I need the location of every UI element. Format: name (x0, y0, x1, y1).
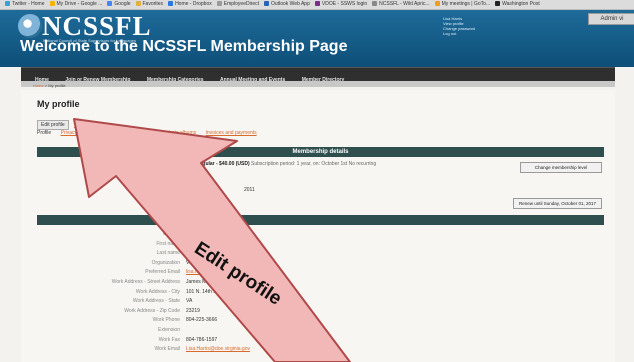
breadcrumb-home[interactable]: Home (33, 83, 44, 88)
membership-level-name: Regular - $40.00 (USD) (196, 161, 250, 167)
site-header: NCSSFL National Council of State Supervi… (0, 10, 634, 67)
field-label: Work Address - Street Address (111, 279, 180, 285)
bookmark-label: Google (114, 1, 131, 7)
field-label: Preferred Email (145, 269, 180, 276)
wp-icon (495, 1, 501, 6)
field-value: 23219 (186, 307, 200, 314)
bookmark-label: Twitter - Home (12, 1, 45, 7)
nav-underbar (21, 81, 615, 87)
breadcrumb: Home > My profile (33, 83, 66, 88)
page-title: My profile (37, 99, 80, 109)
bookmark-item[interactable]: Outlook Web App (264, 0, 310, 9)
profile-field-row: Work Fax 804-786-1597 (37, 336, 367, 344)
vdoe-icon (314, 1, 320, 6)
admin-view-button[interactable]: Admin vi (588, 13, 634, 25)
profile-field-row: Work Email Lisa.Harris@doe.virginia.gov (37, 345, 367, 353)
field-label: Work Phone (152, 317, 180, 324)
field-label: Work Address - City (135, 288, 180, 295)
edit-profile-button[interactable]: Edit profile (37, 120, 69, 130)
tab-profile[interactable]: Profile (37, 130, 51, 136)
bookmark-item[interactable]: Home - Dropbox (168, 0, 212, 9)
bookmark-label: Outlook Web App (271, 1, 310, 7)
google-icon (107, 1, 113, 6)
bookmark-label: VDOE - SSWS login (321, 1, 368, 7)
breadcrumb-current: My profile (48, 83, 66, 88)
membership-level: Regular - $40.00 (USD) Subscription peri… (196, 161, 376, 167)
bookmark-item[interactable]: Twitter - Home (5, 0, 45, 9)
bookmark-item[interactable]: My Drive - Google ... (49, 0, 103, 9)
renew-button[interactable]: Renew until Sunday, October 01, 2017 (513, 198, 602, 209)
profile-field-row: Work Address - State VA (37, 297, 367, 305)
field-label: Work Address - State (132, 298, 180, 305)
goto-icon (434, 1, 440, 6)
page-heading: Welcome to the NCSSFL Membership Page (20, 38, 348, 55)
bookmark-label: EmployeeDirect (223, 1, 260, 7)
field-value: 804-786-1597 (186, 336, 218, 343)
field-label: Work Fax (158, 336, 180, 343)
field-label: Work Email (154, 346, 180, 353)
page-icon (216, 1, 222, 6)
field-label: Work Address - Zip Code (124, 307, 180, 314)
field-label: First name (156, 240, 180, 247)
change-membership-level-button[interactable]: Change membership level (520, 162, 602, 173)
tab-privacy[interactable]: Privacy (61, 130, 77, 136)
logout-link[interactable]: Log out (443, 31, 475, 36)
field-value: 804-225-3666 (186, 317, 218, 324)
profile-tabs: Edit profile My directory (37, 120, 105, 130)
profile-field-row: Work Address - City 101 N. 14th Street (37, 288, 367, 296)
bookmark-label: My meetings | GoTo... (441, 1, 491, 7)
page-icon (372, 1, 378, 6)
bookmark-label: NCSSFL - Wild Apric... (379, 1, 430, 7)
bookmark-item[interactable]: My meetings | GoTo... (434, 0, 491, 9)
membership-details-bar: Membership details (37, 147, 604, 157)
twitter-icon (5, 1, 10, 6)
field-label: Organization (151, 259, 180, 266)
profile-field-row: User ID (37, 230, 367, 238)
profile-subtabs: Profile Privacy Member photo albums Invo… (37, 130, 265, 136)
bookmark-label: My Drive - Google ... (56, 1, 103, 7)
bookmark-label: Washington Post (502, 1, 540, 7)
member-since-date: 2011 (244, 187, 255, 193)
bookmark-item[interactable]: VDOE - SSWS login (314, 0, 368, 9)
bookmark-item[interactable]: NCSSFL - Wild Apric... (372, 0, 430, 9)
tab-invoices[interactable]: Invoices and payments (206, 130, 257, 136)
bookmark-item[interactable]: Washington Post (495, 0, 540, 9)
field-value[interactable]: Lisa.Harris@doe.virginia.gov (186, 345, 366, 353)
outlook-icon (264, 1, 270, 6)
bookmark-label: Home - Dropbox (175, 1, 212, 7)
membership-details-title: Membership details (292, 149, 349, 155)
field-label: Last name (156, 250, 180, 257)
bookmark-label: Favorites (142, 1, 164, 7)
main-nav: Home Join or Renew Membership Membership… (21, 67, 615, 83)
tab-member-photo-albums[interactable]: Member photo albums (146, 130, 196, 136)
field-value: James Monroe Building (186, 279, 239, 285)
profile-fields-bar (37, 215, 604, 225)
profile-field-row: Work Address - Zip Code 23219 (37, 307, 367, 315)
folder-icon (135, 1, 141, 6)
bookmark-item[interactable]: EmployeeDirect (216, 0, 260, 9)
bookmark-item[interactable]: Favorites (135, 0, 164, 9)
profile-field-row: Preferred Email lisa.harris@doe.virginia.… (37, 268, 367, 276)
bookmark-item[interactable]: Google (107, 0, 131, 9)
my-directory-link[interactable]: My directory (74, 122, 101, 128)
field-label: User ID (163, 231, 180, 237)
bookmarks-bar: Twitter - Home My Drive - Google ... Googl… (0, 0, 634, 10)
profile-field-row: Work Address - Street Address James Monro… (37, 278, 367, 286)
membership-level-note: Subscription period: 1 year, on: October… (251, 161, 377, 167)
field-label: Extension (158, 327, 180, 333)
drive-icon (49, 1, 55, 6)
profile-field-row: Work Phone 804-225-3666 (37, 316, 367, 324)
user-links: Lisa Harris View profile Change password… (443, 16, 475, 36)
logo-globe-icon (18, 14, 42, 38)
profile-field-row: Extension (37, 326, 367, 334)
dropbox-icon (168, 1, 174, 6)
